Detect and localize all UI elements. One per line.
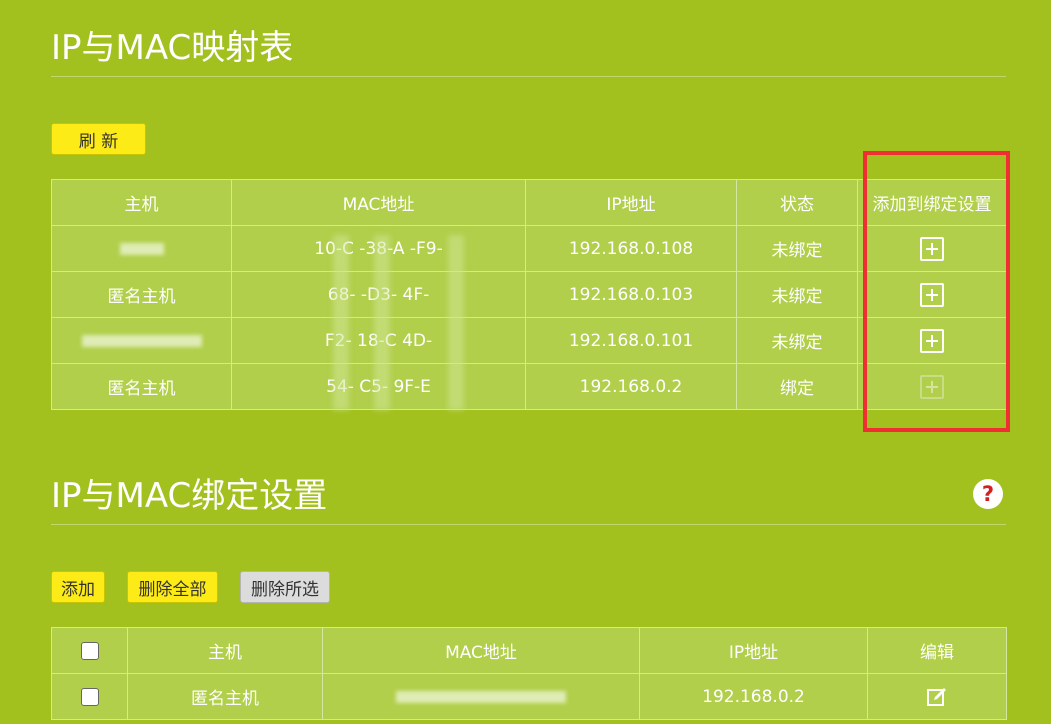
redacted-host bbox=[81, 334, 202, 347]
table-header-row: 主机 MAC地址 IP地址 状态 添加到绑定设置 bbox=[51, 179, 1007, 226]
ip-cell: 192.168.0.103 bbox=[525, 271, 737, 318]
add-button[interactable]: 添加 bbox=[51, 571, 105, 603]
mapping-table: 主机 MAC地址 IP地址 状态 添加到绑定设置 10-C -38-A -F9-… bbox=[51, 179, 1007, 410]
host-cell: 匿名主机 bbox=[51, 271, 232, 318]
divider bbox=[51, 524, 1006, 525]
mapping-section-title: IP与MAC映射表 bbox=[51, 28, 294, 68]
table-row: 10-C -38-A -F9- 192.168.0.108 未绑定 bbox=[51, 225, 1007, 272]
table-row: 匿名主机 68- -D3- 4F- 192.168.0.103 未绑定 bbox=[51, 271, 1007, 318]
status-cell: 绑定 bbox=[736, 363, 858, 410]
column-header-ip: IP地址 bbox=[639, 627, 868, 674]
host-cell: 匿名主机 bbox=[127, 673, 323, 720]
column-header-host: 主机 bbox=[51, 179, 232, 226]
edit-icon[interactable] bbox=[926, 686, 948, 708]
help-icon[interactable]: ? bbox=[973, 479, 1003, 509]
select-all-checkbox[interactable] bbox=[80, 641, 99, 660]
select-all-cell bbox=[51, 627, 128, 674]
redaction-mask bbox=[448, 235, 464, 410]
mac-cell bbox=[322, 673, 640, 720]
status-cell: 未绑定 bbox=[736, 225, 858, 272]
table-row: 匿名主机 54- C5- 9F-E 192.168.0.2 绑定 bbox=[51, 363, 1007, 410]
select-cell bbox=[51, 673, 128, 720]
column-header-ip: IP地址 bbox=[525, 179, 737, 226]
plus-square-icon[interactable] bbox=[920, 282, 944, 307]
redaction-mask bbox=[333, 235, 349, 410]
column-header-host: 主机 bbox=[127, 627, 323, 674]
add-cell bbox=[857, 225, 1007, 272]
status-cell: 未绑定 bbox=[736, 271, 858, 318]
edit-cell bbox=[867, 673, 1007, 720]
ip-cell: 192.168.0.108 bbox=[525, 225, 737, 272]
table-row: F2- 18-C 4D- 192.168.0.101 未绑定 bbox=[51, 317, 1007, 364]
plus-square-icon[interactable] bbox=[920, 236, 944, 261]
ip-cell: 192.168.0.2 bbox=[639, 673, 868, 720]
delete-all-button[interactable]: 删除全部 bbox=[127, 571, 218, 603]
divider bbox=[51, 76, 1006, 77]
status-cell: 未绑定 bbox=[736, 317, 858, 364]
host-cell bbox=[51, 317, 232, 364]
binding-table: 主机 MAC地址 IP地址 编辑 匿名主机 192.168.0.2 bbox=[51, 627, 1007, 720]
plus-square-icon[interactable] bbox=[920, 328, 944, 353]
binding-section-title: IP与MAC绑定设置 bbox=[51, 476, 328, 516]
delete-selected-button[interactable]: 删除所选 bbox=[240, 571, 330, 603]
plus-square-icon bbox=[920, 374, 944, 399]
column-header-add-to-binding: 添加到绑定设置 bbox=[857, 179, 1007, 226]
host-cell: 匿名主机 bbox=[51, 363, 232, 410]
redaction-mask bbox=[374, 235, 390, 410]
ip-cell: 192.168.0.2 bbox=[525, 363, 737, 410]
column-header-mac: MAC地址 bbox=[231, 179, 526, 226]
table-row: 匿名主机 192.168.0.2 bbox=[51, 673, 1007, 720]
column-header-status: 状态 bbox=[736, 179, 858, 226]
ip-cell: 192.168.0.101 bbox=[525, 317, 737, 364]
add-cell bbox=[857, 363, 1007, 410]
add-cell bbox=[857, 317, 1007, 364]
host-cell bbox=[51, 225, 232, 272]
column-header-edit: 编辑 bbox=[867, 627, 1007, 674]
column-header-mac: MAC地址 bbox=[322, 627, 640, 674]
refresh-button[interactable]: 刷 新 bbox=[51, 123, 146, 155]
table-header-row: 主机 MAC地址 IP地址 编辑 bbox=[51, 627, 1007, 674]
row-checkbox[interactable] bbox=[80, 687, 99, 706]
redacted-host bbox=[119, 242, 164, 255]
redacted-mac bbox=[396, 690, 566, 703]
add-cell bbox=[857, 271, 1007, 318]
